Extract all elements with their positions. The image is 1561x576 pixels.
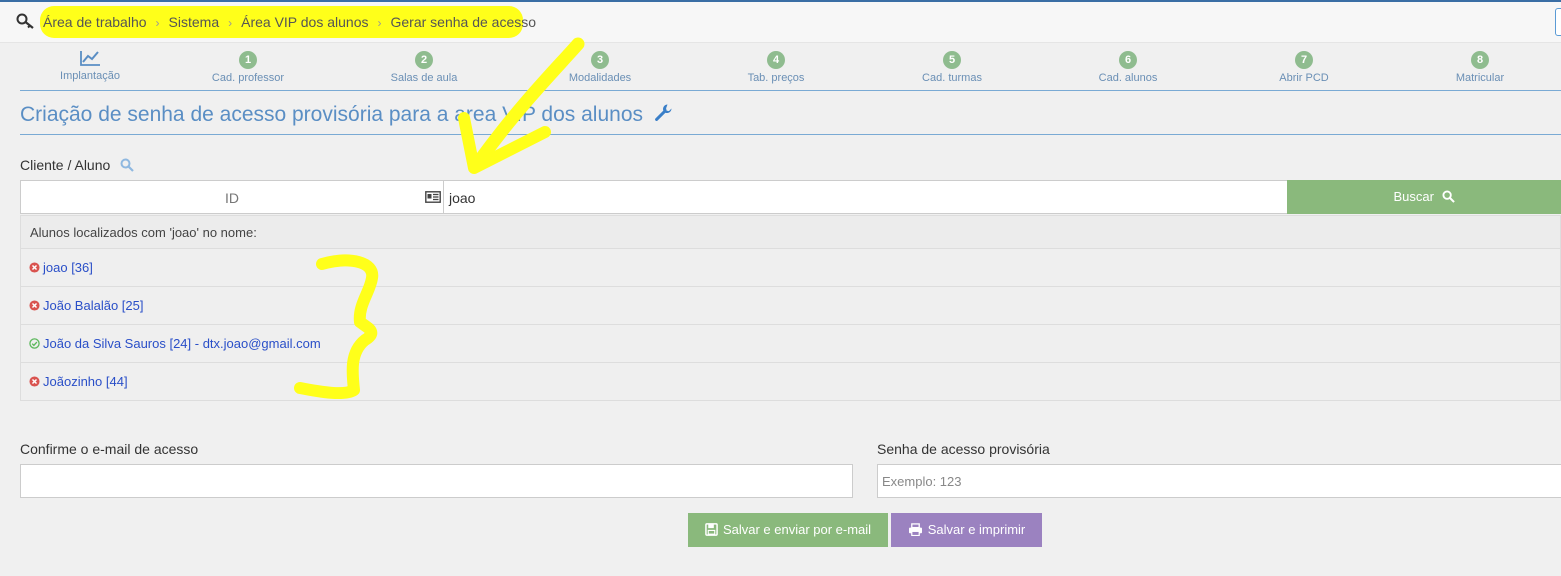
breadcrumb-item-system[interactable]: Sistema	[169, 14, 220, 30]
save-print-label: Salvar e imprimir	[927, 522, 1026, 537]
student-name-value: joao	[449, 190, 476, 206]
breadcrumb-item-vip-area[interactable]: Área VIP dos alunos	[241, 14, 368, 30]
wizard-step-number: 3	[591, 51, 609, 69]
id-placeholder: ID	[225, 190, 239, 206]
wizard-step-implantacao[interactable]: Implantação	[20, 48, 160, 82]
results-header: Alunos localizados com 'joao' no nome:	[20, 215, 1561, 249]
wizard-step-number: 5	[943, 51, 961, 69]
wizard-step-label: Cad. professor	[211, 72, 285, 84]
wizard-step-6[interactable]: 6 Cad. alunos	[1058, 48, 1198, 84]
student-link[interactable]: joao [36]	[43, 260, 93, 275]
temp-password-label: Senha de acesso provisória	[877, 441, 1050, 457]
wizard-step-number: 1	[239, 51, 257, 69]
wizard-step-number: 4	[767, 51, 785, 69]
wizard-step-1[interactable]: 1 Cad. professor	[178, 48, 318, 84]
wizard-step-number: 7	[1295, 51, 1313, 69]
floppy-disk-icon	[705, 523, 718, 536]
key-icon	[16, 12, 36, 35]
printer-icon	[908, 523, 922, 537]
wizard-step-number: 8	[1471, 51, 1489, 69]
wizard-step-label: Tab. preços	[747, 72, 805, 84]
id-input[interactable]: ID	[20, 180, 444, 214]
search-button[interactable]: Buscar	[1287, 180, 1561, 214]
student-link[interactable]: Joãozinho [44]	[43, 374, 128, 389]
wizard-step-number: 2	[415, 51, 433, 69]
wizard-step-label: Cad. turmas	[922, 72, 982, 84]
title-divider	[20, 134, 1561, 135]
setup-wizard-steps: Implantação 1 Cad. professor 2 Salas de …	[20, 48, 1561, 91]
confirm-email-label: Confirme o e-mail de acesso	[20, 441, 199, 457]
wizard-step-label: Cad. alunos	[1098, 72, 1158, 84]
wizard-step-3[interactable]: 3 Modalidades	[530, 48, 670, 84]
temp-password-placeholder: Exemplo: 123	[882, 474, 962, 489]
client-label-text: Cliente / Aluno	[20, 157, 111, 173]
wizard-step-label: Salas de aula	[390, 72, 458, 84]
chevron-right-icon: ›	[377, 16, 382, 30]
search-icon	[1442, 190, 1455, 203]
list-item[interactable]: joao [36]	[20, 249, 1561, 287]
wrench-icon	[653, 103, 673, 129]
wizard-step-2[interactable]: 2 Salas de aula	[354, 48, 494, 84]
list-item[interactable]: Joãozinho [44]	[20, 363, 1561, 401]
wizard-step-5[interactable]: 5 Cad. turmas	[882, 48, 1022, 84]
breadcrumb: Área de trabalho › Sistema › Área VIP dos al…	[43, 14, 536, 30]
save-email-label: Salvar e enviar por e-mail	[722, 522, 872, 537]
list-item[interactable]: João da Silva Sauros [24] - dtx.joao@gma…	[20, 325, 1561, 363]
wizard-step-7[interactable]: 7 Abrir PCD	[1234, 48, 1374, 84]
wizard-step-label: Matricular	[1455, 72, 1505, 84]
client-search-row: ID joao Buscar	[20, 180, 1561, 214]
header-right-button[interactable]	[1555, 8, 1561, 36]
wizard-step-label: Abrir PCD	[1279, 72, 1329, 84]
chevron-right-icon: ›	[228, 16, 233, 30]
wizard-step-8[interactable]: 8 Matricular	[1410, 48, 1550, 84]
student-link[interactable]: João Balalão [25]	[43, 298, 143, 313]
breadcrumb-bar: Área de trabalho › Sistema › Área VIP dos al…	[0, 2, 1561, 43]
confirm-email-input[interactable]	[20, 464, 853, 498]
wizard-step-label: Modalidades	[568, 72, 632, 84]
error-circle-icon	[29, 376, 40, 387]
student-name-input[interactable]: joao	[443, 180, 1288, 214]
line-chart-icon	[80, 51, 100, 66]
page-title-text: Criação de senha de acesso provisória pa…	[20, 103, 643, 126]
wizard-step-4[interactable]: 4 Tab. preços	[706, 48, 846, 84]
list-item[interactable]: João Balalão [25]	[20, 287, 1561, 325]
wizard-step-number: 6	[1119, 51, 1137, 69]
student-link[interactable]: João da Silva Sauros [24] - dtx.joao@gma…	[43, 336, 321, 351]
search-button-label: Buscar	[1393, 189, 1434, 204]
client-student-label: Cliente / Aluno	[20, 157, 134, 173]
chevron-right-icon: ›	[155, 16, 160, 30]
id-card-icon	[425, 191, 441, 203]
save-and-print-button[interactable]: Salvar e imprimir	[891, 513, 1042, 547]
search-icon[interactable]	[120, 158, 134, 172]
error-circle-icon	[29, 262, 40, 273]
breadcrumb-item-workspace[interactable]: Área de trabalho	[43, 14, 147, 30]
save-and-email-button[interactable]: Salvar e enviar por e-mail	[688, 513, 888, 547]
breadcrumb-item-generate-password: Gerar senha de acesso	[390, 14, 537, 30]
search-results: Alunos localizados com 'joao' no nome: j…	[20, 215, 1561, 401]
error-circle-icon	[29, 300, 40, 311]
wizard-step-label: Implantação	[60, 70, 120, 82]
check-circle-icon	[29, 338, 40, 349]
page-title: Criação de senha de acesso provisória pa…	[20, 103, 673, 129]
temp-password-input[interactable]: Exemplo: 123	[877, 464, 1561, 498]
